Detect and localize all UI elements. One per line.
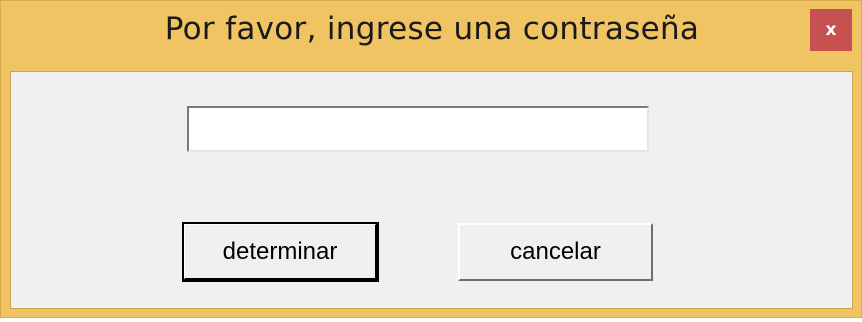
determine-button-label: determinar bbox=[222, 237, 338, 265]
dialog-body: determinar cancelar bbox=[10, 71, 853, 309]
dialog-title: Por favor, ingrese una contraseña bbox=[164, 11, 700, 47]
close-icon: x bbox=[825, 19, 837, 40]
cancel-button-label: cancelar bbox=[510, 238, 601, 265]
password-dialog: Por favor, ingrese una contraseña x dete… bbox=[0, 0, 862, 318]
close-button[interactable]: x bbox=[810, 9, 852, 51]
determine-button[interactable]: determinar bbox=[182, 222, 379, 282]
title-bar[interactable]: Por favor, ingrese una contraseña x bbox=[1, 1, 862, 71]
cancel-button[interactable]: cancelar bbox=[458, 223, 653, 281]
password-input[interactable] bbox=[187, 106, 649, 152]
